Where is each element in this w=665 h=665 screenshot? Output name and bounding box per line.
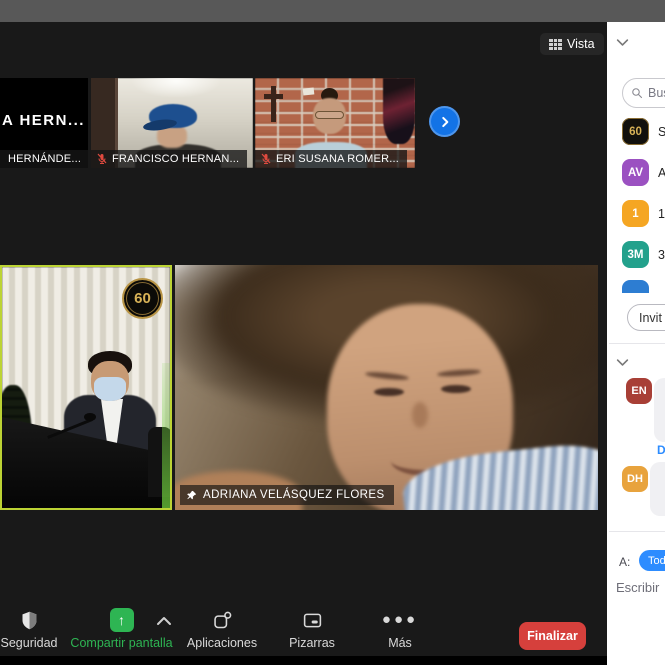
share-screen-label: Compartir pantalla — [70, 636, 172, 650]
pinned-participant-name-label: ADRIANA VELÁSQUEZ FLORES — [180, 485, 394, 505]
participant-name-label: HERNÁNDE... — [0, 150, 88, 168]
panel-divider — [609, 343, 665, 344]
apps-button[interactable]: Aplicaciones — [186, 608, 258, 650]
chat-message-bubble — [654, 378, 665, 442]
bottom-edge-strip — [0, 656, 618, 665]
participant-search-input[interactable]: Bus — [622, 78, 665, 108]
participant-row[interactable]: 1 1 — [622, 200, 665, 227]
chevron-right-icon — [438, 115, 452, 129]
muted-mic-icon — [96, 153, 108, 165]
view-button-label: Vista — [567, 37, 595, 51]
chat-input[interactable]: Escribir — [616, 580, 659, 595]
chat-message-bubble — [650, 462, 665, 516]
panel-divider — [609, 531, 665, 532]
send-to-label: A: — [619, 555, 630, 569]
invite-button[interactable]: Invit — [627, 304, 665, 331]
video-thumbnail-3[interactable]: ERI SUSANA ROMER... — [255, 78, 415, 168]
next-page-button[interactable] — [429, 106, 460, 137]
security-label: Seguridad — [1, 636, 58, 650]
active-speaker-video[interactable]: 60 — [0, 265, 172, 510]
share-options-chevron-up-icon[interactable] — [156, 616, 172, 626]
chat-avatar: EN — [626, 378, 652, 404]
security-button[interactable]: Seguridad — [0, 608, 58, 650]
participant-name-label: ERI SUSANA ROMER... — [255, 150, 407, 168]
muted-mic-icon — [260, 153, 272, 165]
chat-link[interactable]: D — [657, 443, 665, 457]
search-placeholder: Bus — [648, 86, 665, 100]
end-meeting-label: Finalizar — [527, 629, 578, 643]
share-screen-button[interactable]: ↑ Compartir pantalla — [64, 608, 179, 650]
pinned-video[interactable]: ADRIANA VELÁSQUEZ FLORES — [175, 265, 598, 510]
window-title-strip — [0, 0, 665, 22]
video-thumbnail-1[interactable]: A HERN... HERNÁNDE... — [0, 78, 88, 168]
search-icon — [631, 87, 643, 99]
meeting-side-panel: Bus 60 S AV A 1 1 3M 3 Invit EN D DH A: … — [607, 22, 665, 665]
participant-name: A — [658, 166, 665, 180]
participant-row[interactable]: 3M 3 — [622, 241, 665, 268]
whiteboards-button[interactable]: Pizarras — [284, 608, 340, 650]
participant-name: S — [658, 125, 665, 139]
whiteboard-icon — [302, 608, 323, 632]
participant-name: 1 — [658, 207, 665, 221]
recipient-pill-button[interactable]: Tod — [639, 550, 665, 571]
participants-collapse-chevron-icon[interactable] — [616, 38, 629, 47]
participant-name-label: FRANCISCO HERNAN... — [91, 150, 247, 168]
avatar: 3M — [622, 241, 649, 268]
chat-avatar: DH — [622, 466, 648, 492]
chat-collapse-chevron-icon[interactable] — [616, 358, 629, 367]
participant-row[interactable]: AV A — [622, 159, 665, 186]
video-scene — [175, 265, 598, 510]
participant-display-name: A HERN... — [2, 112, 85, 129]
whiteboards-label: Pizarras — [289, 636, 335, 650]
more-label: Más — [388, 636, 412, 650]
video-thumbnail-2[interactable]: FRANCISCO HERNAN... — [91, 78, 253, 168]
participant-name: 3 — [658, 248, 665, 262]
more-dots-icon: ●●● — [382, 608, 418, 632]
view-button[interactable]: Vista — [540, 33, 604, 55]
gallery-view-icon — [549, 39, 562, 50]
participant-row[interactable]: 60 S — [622, 118, 665, 145]
pin-icon — [186, 490, 197, 501]
shield-icon — [19, 608, 40, 632]
recipient-label: Tod — [648, 555, 665, 567]
video-scene: 60 — [2, 267, 170, 508]
avatar: AV — [622, 159, 649, 186]
partial-avatar — [622, 280, 649, 293]
apps-label: Aplicaciones — [187, 636, 257, 650]
end-meeting-button[interactable]: Finalizar — [519, 622, 586, 650]
more-button[interactable]: ●●● Más — [372, 608, 428, 650]
avatar: 1 — [622, 200, 649, 227]
avatar: 60 — [622, 118, 649, 145]
share-screen-icon: ↑ — [110, 608, 134, 632]
anniversary-60-badge: 60 — [122, 278, 163, 319]
apps-icon — [212, 608, 233, 632]
invite-label: Invit — [639, 311, 662, 325]
